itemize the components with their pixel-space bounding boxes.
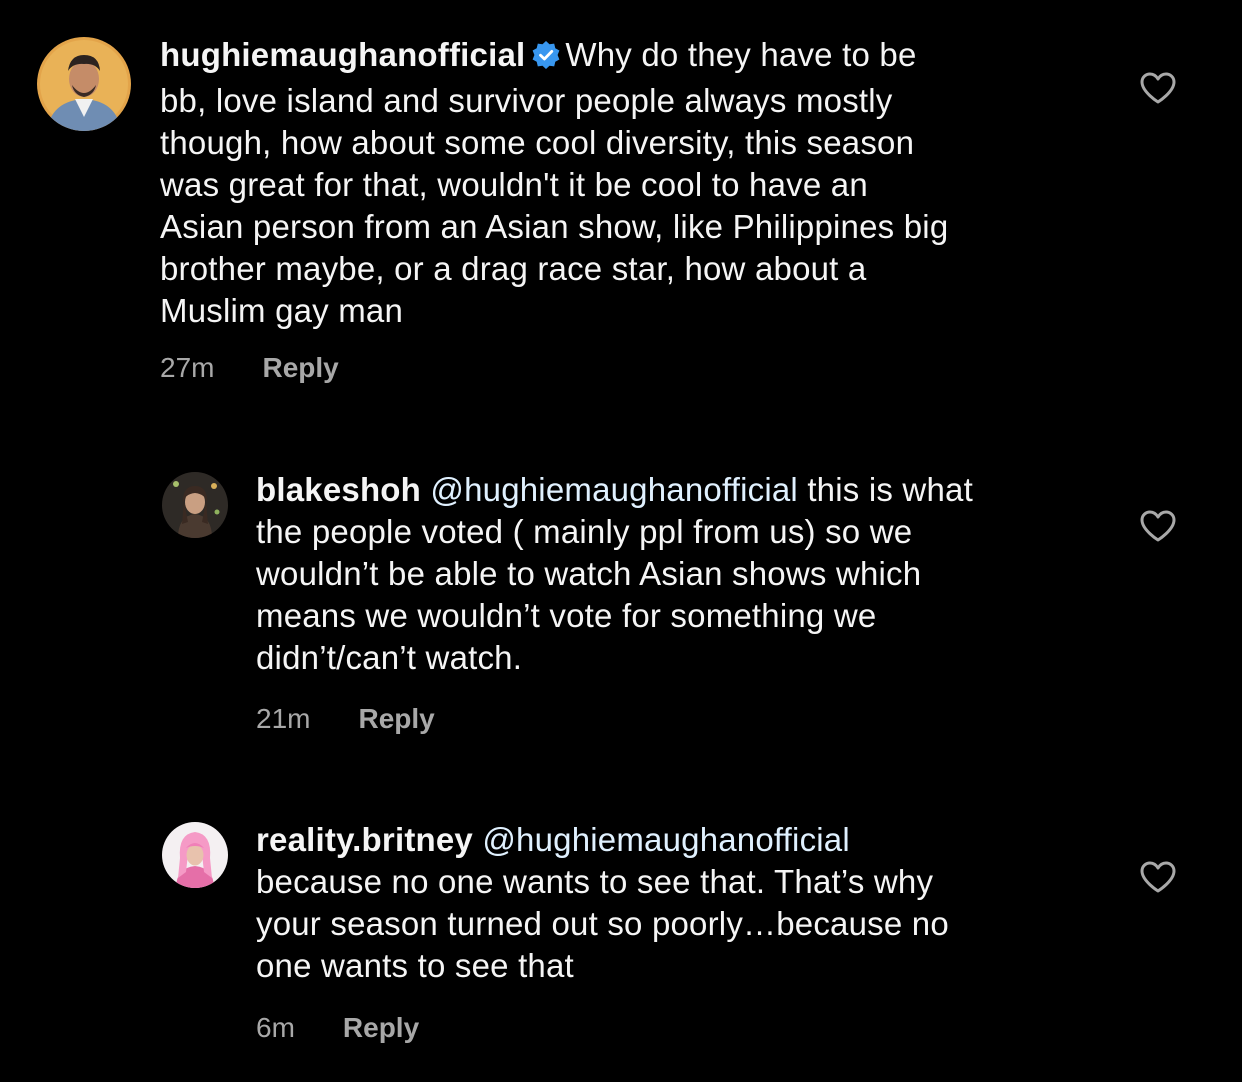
comment-timestamp: 21m bbox=[256, 703, 311, 734]
mention-link[interactable]: @hughiemaughanofficial bbox=[482, 821, 850, 858]
comment-text: didn’t/can’t watch. bbox=[256, 639, 523, 676]
verified-badge-icon bbox=[531, 38, 561, 80]
comment-first-line: blakeshoh @hughiemaughanofficial this is… bbox=[256, 469, 1136, 511]
comment-username[interactable]: reality.britney bbox=[256, 821, 473, 858]
comment-first-line: hughiemaughanofficial Why do they have to… bbox=[160, 34, 1160, 80]
comment-body: reality.britney @hughiemaughanofficial b… bbox=[256, 819, 1136, 987]
comment-username[interactable]: blakeshoh bbox=[256, 471, 421, 508]
comment-timestamp: 27m bbox=[160, 352, 215, 383]
comment-text: Muslim gay man bbox=[160, 292, 404, 329]
comment-text: your season turned out so poorly…because… bbox=[256, 905, 949, 942]
comment-text: Why do they have to be bbox=[565, 36, 917, 73]
comment-meta: 27m Reply bbox=[160, 352, 339, 384]
comment-text: brother maybe, or a drag race star, how … bbox=[160, 250, 867, 287]
heart-outline-icon[interactable] bbox=[1139, 509, 1179, 545]
comment-text: though, how about some cool diversity, t… bbox=[160, 124, 915, 161]
mention-link[interactable]: @hughiemaughanofficial bbox=[430, 471, 798, 508]
comment-text: this is what bbox=[807, 471, 973, 508]
comment-text: one wants to see that bbox=[256, 947, 574, 984]
comment-timestamp: 6m bbox=[256, 1012, 295, 1043]
heart-outline-icon[interactable] bbox=[1139, 860, 1179, 896]
comment-body: hughiemaughanofficial Why do they have to… bbox=[160, 34, 1160, 332]
comment-first-line: reality.britney @hughiemaughanofficial bbox=[256, 819, 1136, 861]
comment-username[interactable]: hughiemaughanofficial bbox=[160, 36, 525, 73]
comment-text: bb, love island and survivor people alwa… bbox=[160, 82, 893, 119]
comment-text: Asian person from an Asian show, like Ph… bbox=[160, 208, 949, 245]
comment-text: the people voted ( mainly ppl from us) s… bbox=[256, 513, 913, 550]
avatar[interactable] bbox=[37, 37, 131, 131]
reply-button[interactable]: Reply bbox=[262, 352, 338, 384]
comment-text: means we wouldn’t vote for something we bbox=[256, 597, 877, 634]
comment-text: wouldn’t be able to watch Asian shows wh… bbox=[256, 555, 922, 592]
reply-button[interactable]: Reply bbox=[343, 1012, 419, 1044]
avatar[interactable] bbox=[162, 472, 228, 538]
comment-meta: 6m Reply bbox=[256, 1012, 419, 1044]
comment-text: because no one wants to see that. That’s… bbox=[256, 863, 934, 900]
reply-button[interactable]: Reply bbox=[358, 703, 434, 735]
comment-meta: 21m Reply bbox=[256, 703, 435, 735]
comment-text: was great for that, wouldn't it be cool … bbox=[160, 166, 868, 203]
heart-outline-icon[interactable] bbox=[1139, 71, 1179, 107]
comment-body: blakeshoh @hughiemaughanofficial this is… bbox=[256, 469, 1136, 679]
avatar[interactable] bbox=[162, 822, 228, 888]
